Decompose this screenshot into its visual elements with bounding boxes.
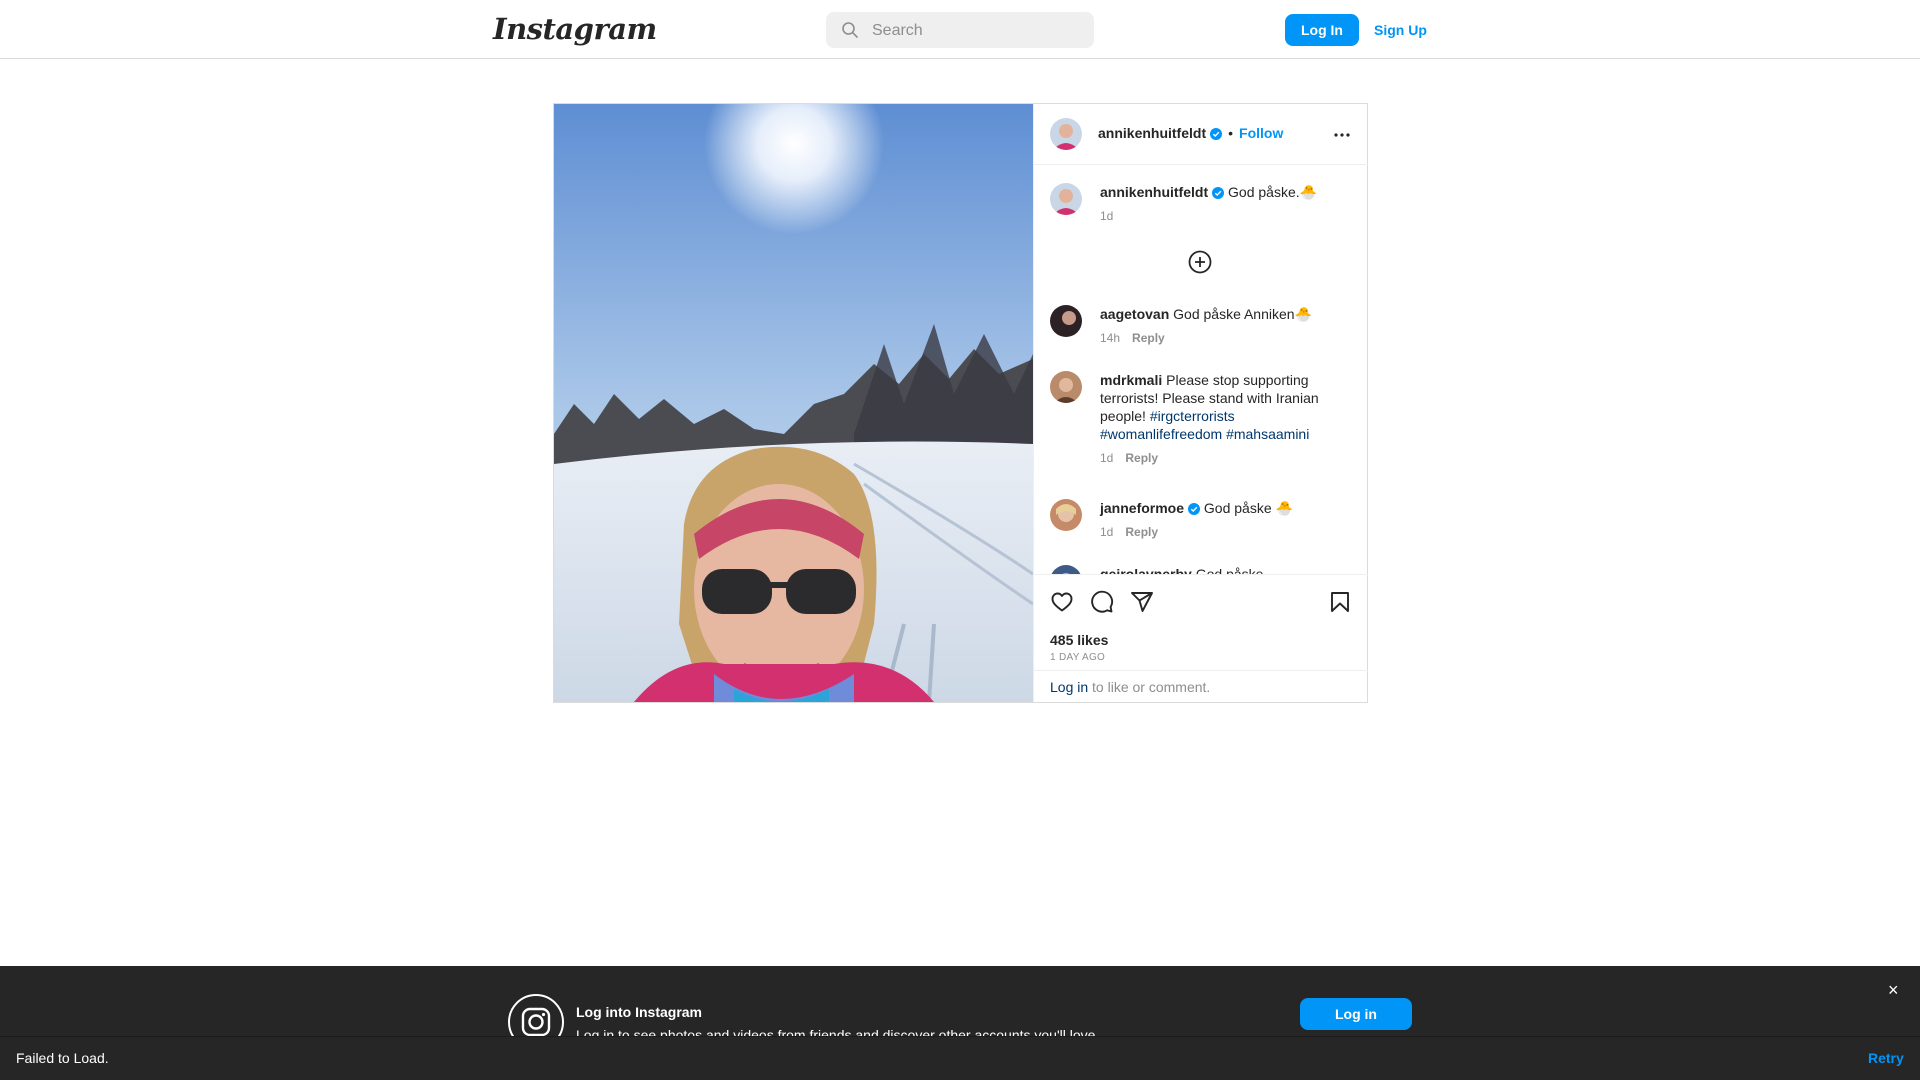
- comment-time: 1d: [1100, 525, 1114, 539]
- post-header-line: annikenhuitfeldt • Follow: [1098, 125, 1283, 143]
- comment-username[interactable]: aagetovan: [1100, 306, 1169, 322]
- signup-link[interactable]: Sign Up: [1374, 22, 1427, 38]
- comment-username[interactable]: geirolavnerby: [1100, 566, 1192, 574]
- login-link[interactable]: Log in: [1050, 679, 1088, 695]
- comment-meta: 14h Reply: [1100, 329, 1340, 347]
- post-card: annikenhuitfeldt • Follow annikenhuitfeldt…: [553, 103, 1368, 703]
- verified-badge-icon: [1188, 503, 1201, 515]
- caption-meta: 1d: [1100, 207, 1340, 225]
- comments-list[interactable]: annikenhuitfeldt God påske.🐣 1d aagetova…: [1034, 165, 1368, 574]
- caption-text: God påske.🐣: [1228, 184, 1318, 200]
- comment-icon[interactable]: [1090, 590, 1114, 614]
- banner-title: Log into Instagram: [576, 1004, 702, 1020]
- comment-time: 14h: [1100, 331, 1121, 345]
- login-to-comment: Log in to like or comment.: [1034, 670, 1368, 702]
- caption-avatar-image: [1050, 183, 1082, 215]
- close-icon[interactable]: ×: [1888, 980, 1899, 1001]
- commenter-avatar[interactable]: [1050, 371, 1082, 403]
- caption-avatar[interactable]: [1050, 183, 1082, 215]
- post-header: annikenhuitfeldt • Follow: [1034, 104, 1368, 165]
- comment-text: God påske Anniken🐣: [1173, 306, 1312, 322]
- banner-login-button[interactable]: Log in: [1300, 998, 1412, 1030]
- comment-meta: 1d Reply: [1100, 449, 1340, 467]
- caption-body: annikenhuitfeldt God påske.🐣 1d: [1100, 183, 1340, 225]
- heart-icon[interactable]: [1050, 590, 1074, 614]
- verified-badge-icon: [1212, 187, 1225, 199]
- follow-button[interactable]: Follow: [1239, 125, 1283, 141]
- comment-username[interactable]: janneformoe: [1100, 500, 1184, 516]
- likes-count[interactable]: 485 likes: [1050, 632, 1108, 648]
- login-banner: × Log into Instagram Log in to see photo…: [0, 966, 1920, 1050]
- instagram-logo[interactable]: Instagram: [493, 12, 657, 46]
- commenter-avatar[interactable]: [1050, 565, 1082, 574]
- comment-body: mdrkmali Please stop supporting terroris…: [1100, 371, 1340, 467]
- commenter-avatar-image: [1050, 371, 1082, 403]
- comment-meta: 1d Reply: [1100, 523, 1340, 541]
- comment-body: geirolavnerby God påske: [1100, 565, 1340, 574]
- commenter-avatar[interactable]: [1050, 305, 1082, 337]
- bookmark-icon[interactable]: [1328, 590, 1352, 614]
- post-timestamp: 1 DAY AGO: [1050, 652, 1106, 663]
- commenter-avatar-image: [1050, 305, 1082, 337]
- post-photo-image: [554, 104, 1033, 702]
- comment-text: God påske: [1195, 566, 1264, 574]
- comment-text: God påske 🐣: [1203, 500, 1293, 516]
- hashtag-link[interactable]: #womanlifefreedom: [1100, 426, 1222, 442]
- separator-dot: •: [1228, 125, 1234, 141]
- reply-button[interactable]: Reply: [1132, 331, 1165, 345]
- share-icon[interactable]: [1130, 590, 1154, 614]
- hashtag-link[interactable]: #irgcterrorists: [1150, 408, 1235, 424]
- post-actions: 485 likes 1 DAY AGO: [1034, 574, 1368, 674]
- commenter-avatar-image: [1050, 499, 1082, 531]
- comment-body: janneformoe God påske 🐣 1d Reply: [1100, 499, 1340, 541]
- author-username[interactable]: annikenhuitfeldt: [1098, 125, 1206, 141]
- more-options-icon[interactable]: [1330, 123, 1354, 147]
- verified-badge-icon: [1210, 128, 1223, 140]
- error-toast: Failed to Load. Retry: [0, 1036, 1920, 1080]
- caption-username[interactable]: annikenhuitfeldt: [1100, 184, 1208, 200]
- caption-time: 1d: [1100, 209, 1114, 223]
- post-side-panel: annikenhuitfeldt • Follow annikenhuitfeldt…: [1033, 104, 1368, 702]
- add-circle-icon[interactable]: [1188, 250, 1212, 274]
- commenter-avatar-image: [1050, 565, 1082, 574]
- top-nav: Instagram Log In Sign Up: [0, 0, 1920, 59]
- login-suffix: to like or comment.: [1088, 679, 1211, 695]
- commenter-avatar[interactable]: [1050, 499, 1082, 531]
- post-photo[interactable]: [554, 104, 1033, 702]
- author-avatar-image: [1050, 118, 1082, 150]
- comment-time: 1d: [1100, 451, 1114, 465]
- login-button[interactable]: Log In: [1285, 14, 1359, 46]
- comment-body: aagetovan God påske Anniken🐣 14h Reply: [1100, 305, 1340, 347]
- reply-button[interactable]: Reply: [1125, 525, 1158, 539]
- hashtag-link[interactable]: #mahsaamini: [1226, 426, 1309, 442]
- author-avatar[interactable]: [1050, 118, 1082, 150]
- search-input[interactable]: [870, 12, 1084, 50]
- toast-message: Failed to Load.: [16, 1050, 109, 1066]
- comment-username[interactable]: mdrkmali: [1100, 372, 1162, 388]
- retry-button[interactable]: Retry: [1868, 1050, 1904, 1066]
- reply-button[interactable]: Reply: [1125, 451, 1158, 465]
- search-icon: [842, 22, 858, 38]
- search-box[interactable]: [826, 12, 1094, 50]
